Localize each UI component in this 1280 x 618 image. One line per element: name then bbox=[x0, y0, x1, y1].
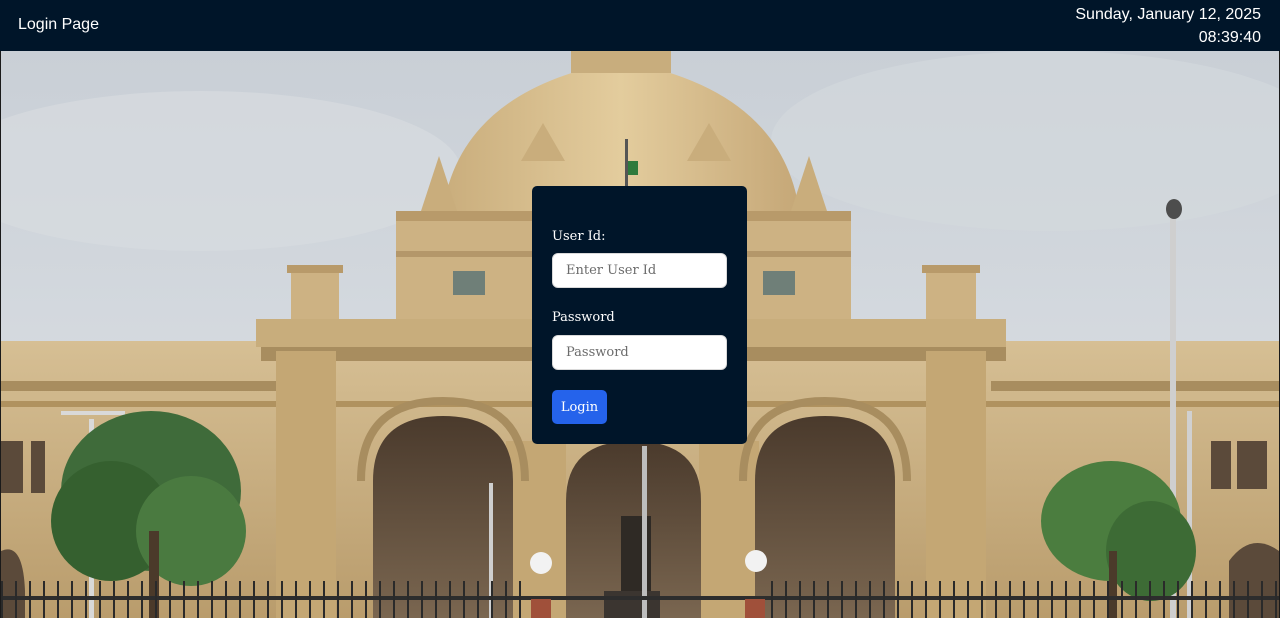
top-header: Login Page Sunday, January 12, 2025 08:3… bbox=[0, 0, 1280, 51]
current-time: 08:39:40 bbox=[1198, 29, 1261, 46]
page-title: Login Page bbox=[18, 16, 99, 33]
password-input[interactable] bbox=[552, 335, 727, 370]
login-form-card: User Id: Password Login bbox=[532, 186, 747, 444]
date-time-display: Sunday, January 12, 2025 08:39:40 bbox=[1075, 3, 1261, 49]
login-button[interactable]: Login bbox=[552, 390, 607, 424]
current-date: Sunday, January 12, 2025 bbox=[1075, 6, 1261, 23]
password-label: Password bbox=[552, 310, 615, 325]
user-id-input[interactable] bbox=[552, 253, 727, 288]
user-id-label: User Id: bbox=[552, 229, 606, 244]
